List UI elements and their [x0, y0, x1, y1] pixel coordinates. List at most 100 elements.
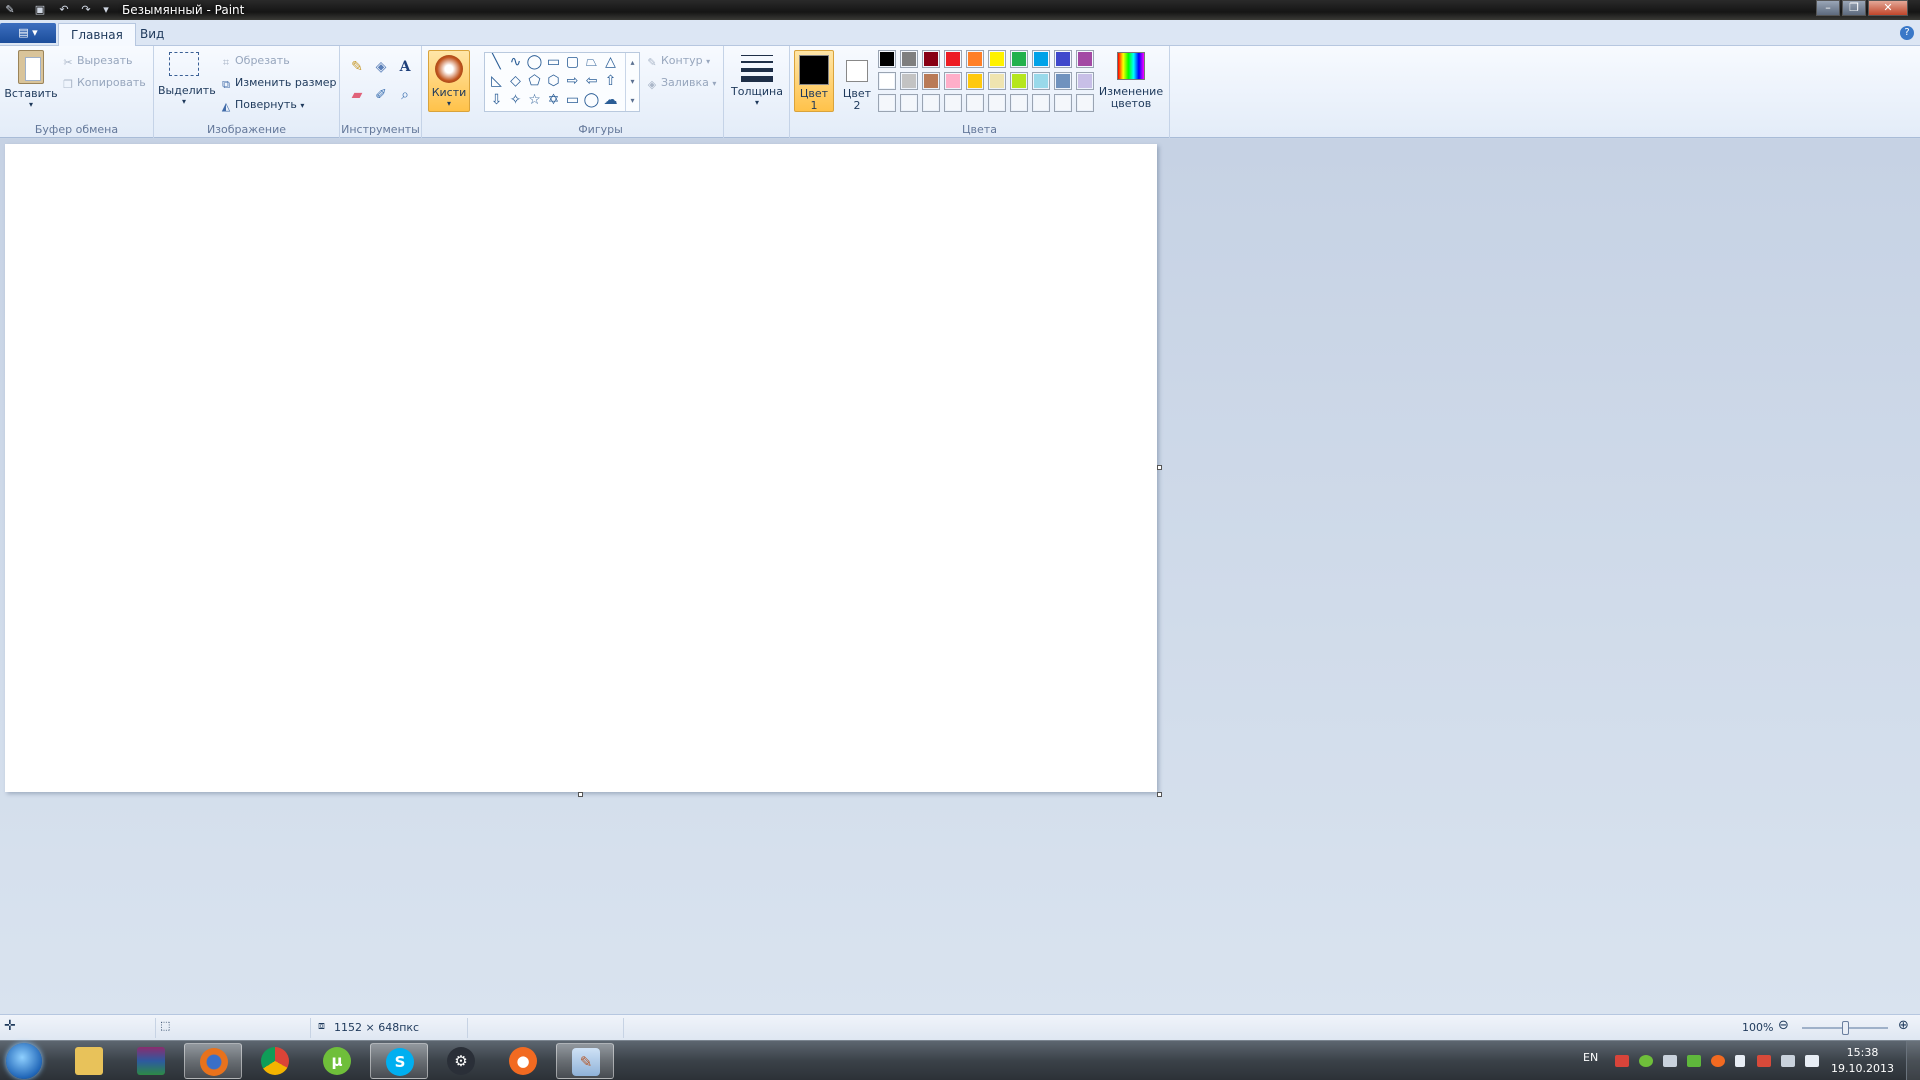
zoom-in-icon[interactable]: ⊕ [1898, 1018, 1909, 1033]
palette-swatch[interactable] [1076, 50, 1094, 68]
triangle-shape-icon[interactable]: △ [601, 53, 620, 72]
custom-color-slot[interactable] [944, 94, 962, 112]
rounded-rectangle-shape-icon[interactable]: ▢ [563, 53, 582, 72]
taskbar-skype[interactable]: S [370, 1043, 428, 1079]
network-icon[interactable] [1781, 1055, 1795, 1067]
muted-speaker-icon[interactable] [1757, 1055, 1771, 1067]
language-indicator[interactable]: EN [1583, 1051, 1598, 1064]
palette-swatch[interactable] [922, 72, 940, 90]
polygon-shape-icon[interactable]: ⏢ [582, 53, 601, 72]
four-point-star-shape-icon[interactable]: ✧ [506, 91, 525, 110]
shapes-scroll[interactable]: ▴ ▾ ▾ [625, 53, 639, 111]
help-icon[interactable]: ? [1900, 26, 1914, 40]
cut-button[interactable]: ✂ Вырезать [62, 54, 132, 69]
redo-icon[interactable]: ↷ [78, 2, 94, 18]
rotate-button[interactable]: ◭ Повернуть ▾ [220, 98, 305, 113]
rect-callout-shape-icon[interactable]: ▭ [563, 91, 582, 110]
save-icon[interactable]: ▣ [32, 2, 48, 18]
resize-button[interactable]: ⧉ Изменить размер [220, 76, 336, 91]
color-picker-icon[interactable]: ✐ [370, 84, 392, 106]
close-button[interactable]: ✕ [1868, 0, 1908, 16]
tab-view[interactable]: Вид [128, 23, 176, 46]
custom-color-slot[interactable] [988, 94, 1006, 112]
custom-color-slot[interactable] [922, 94, 940, 112]
oval-callout-shape-icon[interactable]: ◯ [582, 91, 601, 110]
palette-swatch[interactable] [1032, 72, 1050, 90]
brushes-button[interactable]: Кисти ▾ [428, 50, 470, 112]
text-tool-icon[interactable]: A [394, 56, 416, 78]
drawing-canvas[interactable] [5, 144, 1157, 792]
zoom-slider-thumb[interactable] [1842, 1021, 1849, 1035]
rectangle-shape-icon[interactable]: ▭ [544, 53, 563, 72]
resize-handle-right[interactable] [1157, 465, 1162, 470]
taskbar-origin[interactable]: ● [494, 1043, 552, 1079]
crop-button[interactable]: ⌗ Обрезать [220, 54, 290, 69]
size-button[interactable]: Толщина ▾ [730, 52, 784, 107]
five-point-star-shape-icon[interactable]: ☆ [525, 91, 544, 110]
custom-color-slot[interactable] [1010, 94, 1028, 112]
outline-button[interactable]: ✎ Контур ▾ [646, 54, 710, 69]
taskbar-chrome[interactable] [246, 1043, 304, 1079]
palette-swatch[interactable] [878, 50, 896, 68]
palette-swatch[interactable] [944, 72, 962, 90]
custom-color-slot[interactable] [1076, 94, 1094, 112]
zoom-slider[interactable] [1802, 1021, 1888, 1035]
edit-colors-button[interactable]: Изменение цветов [1098, 52, 1164, 110]
palette-swatch[interactable] [1032, 50, 1050, 68]
resize-handle-bottom[interactable] [578, 792, 583, 797]
custom-color-slot[interactable] [900, 94, 918, 112]
diamond-shape-icon[interactable]: ◇ [506, 72, 525, 91]
volume-icon[interactable] [1805, 1055, 1819, 1067]
right-triangle-shape-icon[interactable]: ◺ [487, 72, 506, 91]
down-arrow-shape-icon[interactable]: ⇩ [487, 91, 506, 110]
taskbar-paint[interactable]: ✎ [556, 1043, 614, 1079]
minimize-button[interactable]: – [1816, 0, 1840, 16]
update-tray-icon[interactable] [1687, 1055, 1701, 1067]
color2-button[interactable]: Цвет 2 [838, 50, 876, 112]
taskbar-winrar[interactable] [122, 1043, 180, 1079]
resize-handle-corner[interactable] [1157, 792, 1162, 797]
palette-swatch[interactable] [988, 72, 1006, 90]
line-shape-icon[interactable]: ╲ [487, 53, 506, 72]
palette-swatch[interactable] [1010, 50, 1028, 68]
custom-color-slot[interactable] [1032, 94, 1050, 112]
left-arrow-shape-icon[interactable]: ⇦ [582, 72, 601, 91]
magnifier-icon[interactable]: ⌕ [394, 84, 416, 106]
palette-swatch[interactable] [1054, 50, 1072, 68]
palette-swatch[interactable] [1076, 72, 1094, 90]
eraser-icon[interactable]: ▰ [346, 84, 368, 106]
curve-shape-icon[interactable]: ∿ [506, 53, 525, 72]
show-desktop-button[interactable] [1906, 1041, 1920, 1080]
tab-home[interactable]: Главная [58, 23, 136, 46]
palette-swatch[interactable] [900, 50, 918, 68]
maximize-button[interactable]: ❐ [1842, 0, 1866, 16]
start-button[interactable] [6, 1043, 42, 1079]
customize-qat-icon[interactable]: ▾ [98, 2, 114, 18]
steam-tray-icon[interactable] [1663, 1055, 1677, 1067]
pencil-icon[interactable]: ✎ [346, 56, 368, 78]
palette-swatch[interactable] [988, 50, 1006, 68]
antivirus-tray-icon[interactable] [1615, 1055, 1629, 1067]
palette-swatch[interactable] [900, 72, 918, 90]
palette-swatch[interactable] [922, 50, 940, 68]
cloud-callout-shape-icon[interactable]: ☁ [601, 91, 620, 110]
taskbar-steam[interactable]: ⚙ [432, 1043, 490, 1079]
palette-swatch[interactable] [1010, 72, 1028, 90]
select-button[interactable]: Выделить ▾ [158, 52, 216, 106]
fill-button[interactable]: ◈ Заливка ▾ [646, 76, 717, 91]
custom-color-slot[interactable] [966, 94, 984, 112]
right-arrow-shape-icon[interactable]: ⇨ [563, 72, 582, 91]
taskbar-utorrent[interactable]: µ [308, 1043, 366, 1079]
utorrent-tray-icon[interactable] [1639, 1055, 1653, 1067]
clock[interactable]: 15:38 19.10.2013 [1831, 1045, 1894, 1077]
palette-swatch[interactable] [1054, 72, 1072, 90]
zoom-out-icon[interactable]: ⊖ [1778, 1018, 1789, 1033]
color1-button[interactable]: Цвет 1 [794, 50, 834, 112]
palette-swatch[interactable] [878, 72, 896, 90]
palette-swatch[interactable] [966, 50, 984, 68]
palette-swatch[interactable] [944, 50, 962, 68]
hexagon-shape-icon[interactable]: ⬡ [544, 72, 563, 91]
custom-color-slot[interactable] [878, 94, 896, 112]
paste-button[interactable]: Вставить ▾ [4, 50, 58, 109]
copy-button[interactable]: ❐ Копировать [62, 76, 146, 91]
